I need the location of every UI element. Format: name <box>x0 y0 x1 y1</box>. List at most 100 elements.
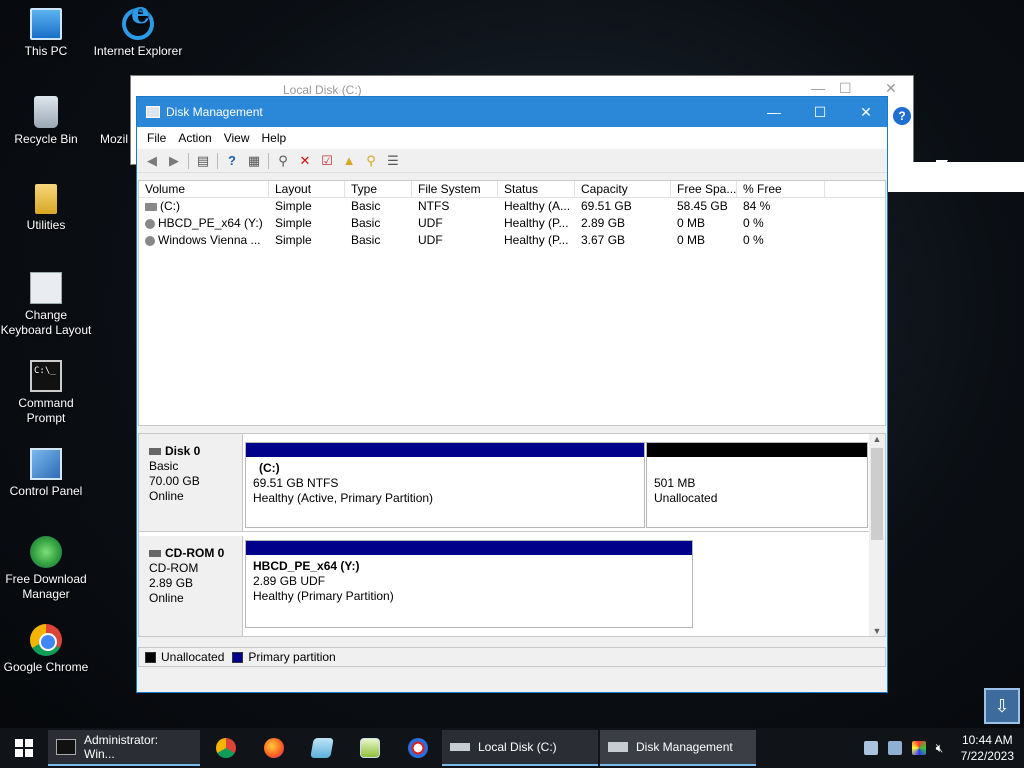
desktop-icon-free-download-manager[interactable]: Free Download Manager <box>0 536 92 602</box>
keyboard-tray-icon[interactable] <box>863 741 878 755</box>
taskbar-item-label: Local Disk (C:) <box>478 740 557 754</box>
menu-view[interactable]: View <box>218 131 256 145</box>
column-capacity[interactable]: Capacity <box>575 181 671 197</box>
disk-label[interactable]: CD-ROM 0 CD-ROM 2.89 GB Online <box>139 536 243 636</box>
toolbar-separator <box>217 152 218 169</box>
partition-title: (C:) <box>259 461 280 475</box>
desktop-icon-recycle-bin[interactable]: Recycle Bin <box>0 96 92 147</box>
check-icon[interactable]: ☑ <box>316 151 338 171</box>
back-icon[interactable]: ◀ <box>141 151 163 171</box>
volume-list[interactable]: Volume Layout Type File System Status Ca… <box>138 180 886 426</box>
properties-icon[interactable]: ▤ <box>192 151 214 171</box>
column-percent-free[interactable]: % Free <box>737 181 825 197</box>
menu-file[interactable]: File <box>141 131 172 145</box>
disk-size: 2.89 GB <box>149 576 194 590</box>
column-file-system[interactable]: File System <box>412 181 498 197</box>
volume-name: Windows Vienna ... <box>158 233 261 247</box>
this-pc-icon <box>30 8 62 40</box>
free-space-cell: 0 MB <box>677 233 706 247</box>
desktop-icon-control-panel[interactable]: Control Panel <box>0 448 92 499</box>
list-icon[interactable]: ☰ <box>382 151 404 171</box>
disk-label[interactable]: Disk 0 Basic 70.00 GB Online <box>139 434 243 531</box>
windows-logo-icon <box>15 739 33 757</box>
table-row[interactable]: (C:) Simple Basic NTFS Healthy (A... 69.… <box>139 198 885 215</box>
explorer-minimize-button[interactable]: — <box>811 80 825 96</box>
percent-free-cell: 0 % <box>743 233 764 247</box>
taskbar-pin-paint[interactable] <box>394 728 442 768</box>
table-row[interactable]: Windows Vienna ... Simple Basic UDF Heal… <box>139 232 885 249</box>
taskbar-item-command-prompt[interactable]: Administrator: Win... <box>48 730 200 766</box>
column-status[interactable]: Status <box>498 181 575 197</box>
title-bar[interactable]: Disk Management — ☐ ✕ <box>137 97 887 127</box>
show-hide-icon[interactable]: ▦ <box>243 151 265 171</box>
forward-icon[interactable]: ▶ <box>163 151 185 171</box>
taskbar-pin-chrome[interactable] <box>202 728 250 768</box>
start-button[interactable] <box>0 728 48 768</box>
help-icon[interactable]: ? <box>221 151 243 171</box>
disk-kind: Basic <box>149 459 179 473</box>
legend-swatch-primary <box>232 651 244 663</box>
desktop-icon-utilities[interactable]: Utilities <box>0 184 92 233</box>
maximize-button[interactable]: ☐ <box>797 97 843 127</box>
close-button[interactable]: ✕ <box>843 97 889 127</box>
disk-name: CD-ROM 0 <box>165 546 225 560</box>
percent-free-cell: 84 % <box>743 199 771 213</box>
partition-unallocated[interactable]: 501 MB Unallocated <box>646 442 868 528</box>
explorer-window-title: Local Disk (C:) <box>283 83 362 97</box>
fs-cell: UDF <box>418 216 443 230</box>
display-tray-icon[interactable] <box>911 741 926 755</box>
disk-row-disk-0[interactable]: Disk 0 Basic 70.00 GB Online (C:) 69.51 … <box>139 434 871 532</box>
volume-cell: HBCD_PE_x64 (Y:) <box>139 215 269 232</box>
explorer-maximize-button[interactable]: ☐ <box>839 80 852 97</box>
minimize-button[interactable]: — <box>751 97 797 127</box>
taskbar-item-disk-management[interactable]: Disk Management <box>600 730 756 766</box>
desktop-icon-label: This PC <box>24 44 68 58</box>
desktop-icon-change-keyboard-layout[interactable]: Change Keyboard Layout <box>0 272 92 338</box>
partition-color-bar <box>246 541 692 555</box>
disk-kind: CD-ROM <box>149 561 199 575</box>
desktop-icon-label: Internet Explorer <box>93 44 183 58</box>
desktop-icon-command-prompt[interactable]: C:\_ Command Prompt <box>0 360 92 426</box>
clock[interactable]: 10:44 AM 7/22/2023 <box>955 732 1024 764</box>
disk-row-cd-rom-0[interactable]: CD-ROM 0 CD-ROM 2.89 GB Online HBCD_PE_x… <box>139 536 871 636</box>
desktop-icon-label: Command Prompt <box>18 396 74 425</box>
taskbar-item-local-disk[interactable]: Local Disk (C:) <box>442 730 598 766</box>
explorer-window-strip <box>888 162 1024 192</box>
disk-map-pane[interactable]: Disk 0 Basic 70.00 GB Online (C:) 69.51 … <box>138 433 886 637</box>
table-row[interactable]: HBCD_PE_x64 (Y:) Simple Basic UDF Health… <box>139 215 885 232</box>
folder-up-icon[interactable]: ▲ <box>338 151 360 171</box>
taskbar-item-label: Disk Management <box>636 740 733 754</box>
delete-icon[interactable]: ✕ <box>294 151 316 171</box>
disk-pane-scrollbar[interactable]: ▲ ▼ <box>869 434 885 636</box>
disk-state: Online <box>149 591 184 605</box>
network-tray-icon[interactable] <box>887 741 902 755</box>
disk-management-window[interactable]: Disk Management — ☐ ✕ File Action View H… <box>136 96 888 693</box>
scrollbar-thumb[interactable] <box>871 448 883 540</box>
editor-icon <box>360 738 380 758</box>
volume-muted-icon[interactable]: 🔇︎ <box>936 741 950 755</box>
taskbar-pin-editor[interactable] <box>346 728 394 768</box>
download-arrow-icon[interactable]: ⇩ <box>984 688 1020 724</box>
search-icon[interactable]: ⚲ <box>360 151 382 171</box>
column-type[interactable]: Type <box>345 181 412 197</box>
menu-help[interactable]: Help <box>256 131 293 145</box>
desktop-icon-internet-explorer[interactable]: Internet Explorer <box>92 6 184 59</box>
desktop-icon-this-pc[interactable]: This PC <box>0 8 92 59</box>
legend-label: Primary partition <box>248 650 336 664</box>
help-icon[interactable]: ? <box>893 107 911 125</box>
column-free-space[interactable]: Free Spa... <box>671 181 737 197</box>
explorer-close-button[interactable]: ✕ <box>885 80 897 97</box>
menu-action[interactable]: Action <box>172 131 217 145</box>
column-volume[interactable]: Volume <box>139 181 269 197</box>
capacity-cell: 2.89 GB <box>581 216 626 230</box>
control-panel-icon <box>30 448 62 480</box>
taskbar-pin-firefox[interactable] <box>250 728 298 768</box>
taskbar-pin-notepad[interactable] <box>298 728 346 768</box>
partition-hbcd[interactable]: HBCD_PE_x64 (Y:) 2.89 GB UDF Healthy (Pr… <box>245 540 693 628</box>
scroll-up-icon[interactable]: ▲ <box>869 434 885 444</box>
scroll-down-icon[interactable]: ▼ <box>869 626 885 636</box>
connect-icon[interactable]: ⚲ <box>272 151 294 171</box>
partition-c[interactable]: (C:) 69.51 GB NTFS Healthy (Active, Prim… <box>245 442 645 528</box>
desktop-icon-google-chrome[interactable]: Google Chrome <box>0 624 92 675</box>
column-layout[interactable]: Layout <box>269 181 345 197</box>
